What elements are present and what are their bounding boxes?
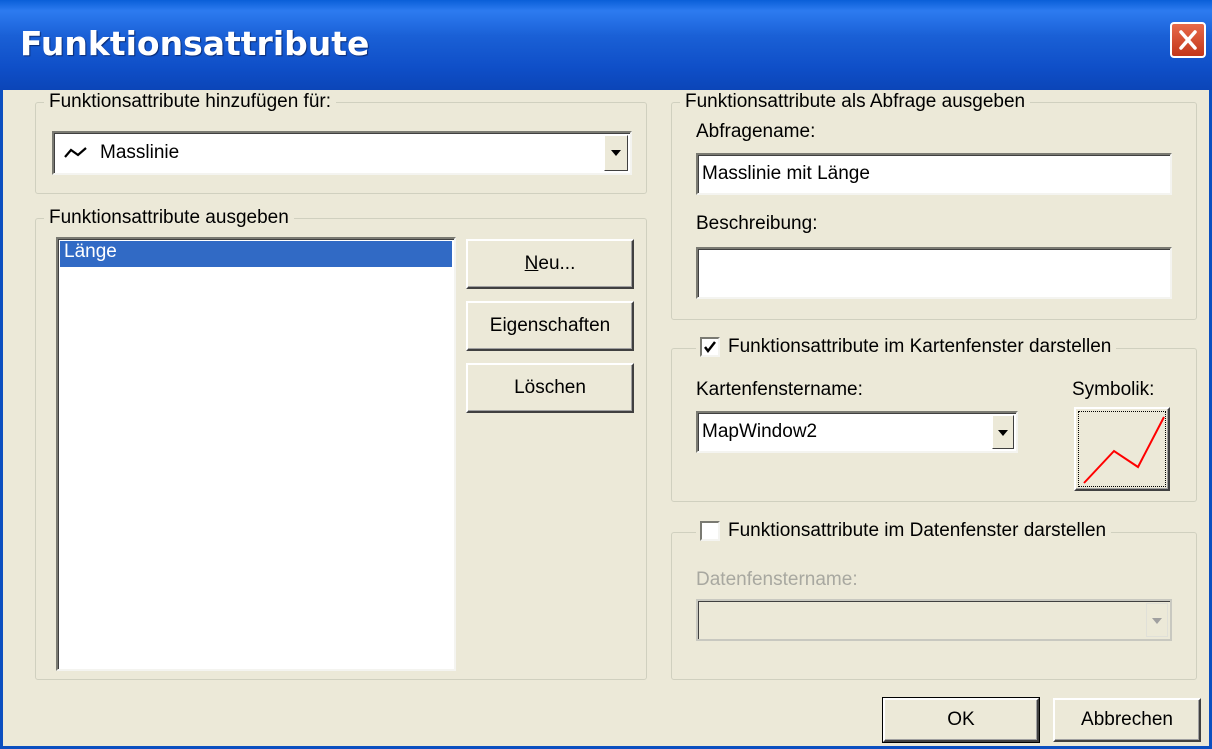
attribute-list[interactable]: Länge	[56, 237, 456, 671]
output-group: Funktionsattribute ausgeben Länge Neu...…	[35, 207, 647, 680]
output-legend: Funktionsattribute ausgeben	[44, 207, 294, 229]
map-window-dropdown-button[interactable]	[992, 415, 1014, 449]
data-window-group: Funktionsattribute im Datenfenster darst…	[671, 520, 1197, 680]
close-icon	[1179, 30, 1197, 50]
add-for-legend: Funktionsattribute hinzufügen für:	[44, 91, 337, 113]
list-item-label: Länge	[64, 241, 117, 262]
new-button-mnemonic: N	[524, 253, 539, 274]
data-window-name-label: Datenfenstername:	[696, 569, 858, 590]
data-window-checkbox[interactable]	[700, 521, 720, 541]
chevron-down-icon	[611, 150, 621, 156]
add-for-group: Funktionsattribute hinzufügen für: Massl…	[35, 91, 647, 194]
map-window-name-label: Kartenfenstername:	[696, 379, 863, 400]
chevron-down-icon	[1152, 618, 1162, 624]
map-window-legend-text: Funktionsattribute im Kartenfenster dars…	[728, 336, 1112, 357]
close-button[interactable]	[1170, 22, 1206, 58]
map-window-combo[interactable]: MapWindow2	[696, 411, 1018, 453]
query-name-label: Abfragename:	[696, 121, 816, 142]
add-for-legend-text: Funktionsattribute hinzufügen für:	[49, 91, 332, 112]
query-name-input[interactable]: Masslinie mit Länge	[696, 153, 1172, 195]
map-window-value: MapWindow2	[702, 421, 818, 442]
symbol-label: Symbolik:	[1072, 379, 1155, 400]
dialog-body: Funktionsattribute hinzufügen für: Massl…	[0, 90, 1212, 749]
checkmark-icon	[704, 341, 716, 354]
data-window-combo[interactable]	[696, 599, 1172, 641]
feature-type-value: Masslinie	[100, 142, 180, 163]
line-symbol-icon	[64, 147, 87, 158]
data-window-legend-text: Funktionsattribute im Datenfenster darst…	[728, 520, 1107, 541]
query-group: Funktionsattribute als Abfrage ausgeben …	[671, 91, 1197, 320]
cancel-button[interactable]: Abbrechen	[1053, 698, 1201, 742]
window-title: Funktionsattribute	[20, 24, 370, 63]
ok-button[interactable]: OK	[882, 697, 1040, 743]
map-window-legend: Funktionsattribute im Kartenfenster dars…	[696, 336, 1117, 359]
new-button[interactable]: Neu...	[466, 239, 634, 289]
feature-type-dropdown-button[interactable]	[604, 135, 628, 171]
query-name-value: Masslinie mit Länge	[702, 163, 870, 184]
delete-button[interactable]: Löschen	[466, 363, 634, 413]
new-button-label: eu...	[538, 253, 576, 274]
properties-button[interactable]: Eigenschaften	[466, 301, 634, 351]
query-legend-text: Funktionsattribute als Abfrage ausgeben	[685, 91, 1026, 112]
list-item[interactable]: Länge	[60, 241, 452, 267]
data-window-dropdown-button[interactable]	[1146, 603, 1168, 637]
title-bar[interactable]: Funktionsattribute	[0, 0, 1212, 90]
description-label: Beschreibung:	[696, 213, 818, 234]
output-legend-text: Funktionsattribute ausgeben	[49, 207, 289, 228]
line-symbol-preview-icon	[1083, 416, 1165, 484]
map-window-checkbox[interactable]	[700, 337, 720, 357]
description-input[interactable]	[696, 247, 1172, 299]
chevron-down-icon	[998, 430, 1008, 436]
symbol-button[interactable]	[1074, 407, 1170, 491]
data-window-legend: Funktionsattribute im Datenfenster darst…	[696, 520, 1112, 543]
feature-type-combo[interactable]: Masslinie	[52, 131, 632, 175]
query-legend: Funktionsattribute als Abfrage ausgeben	[680, 91, 1031, 113]
map-window-group: Funktionsattribute im Kartenfenster dars…	[671, 336, 1197, 502]
